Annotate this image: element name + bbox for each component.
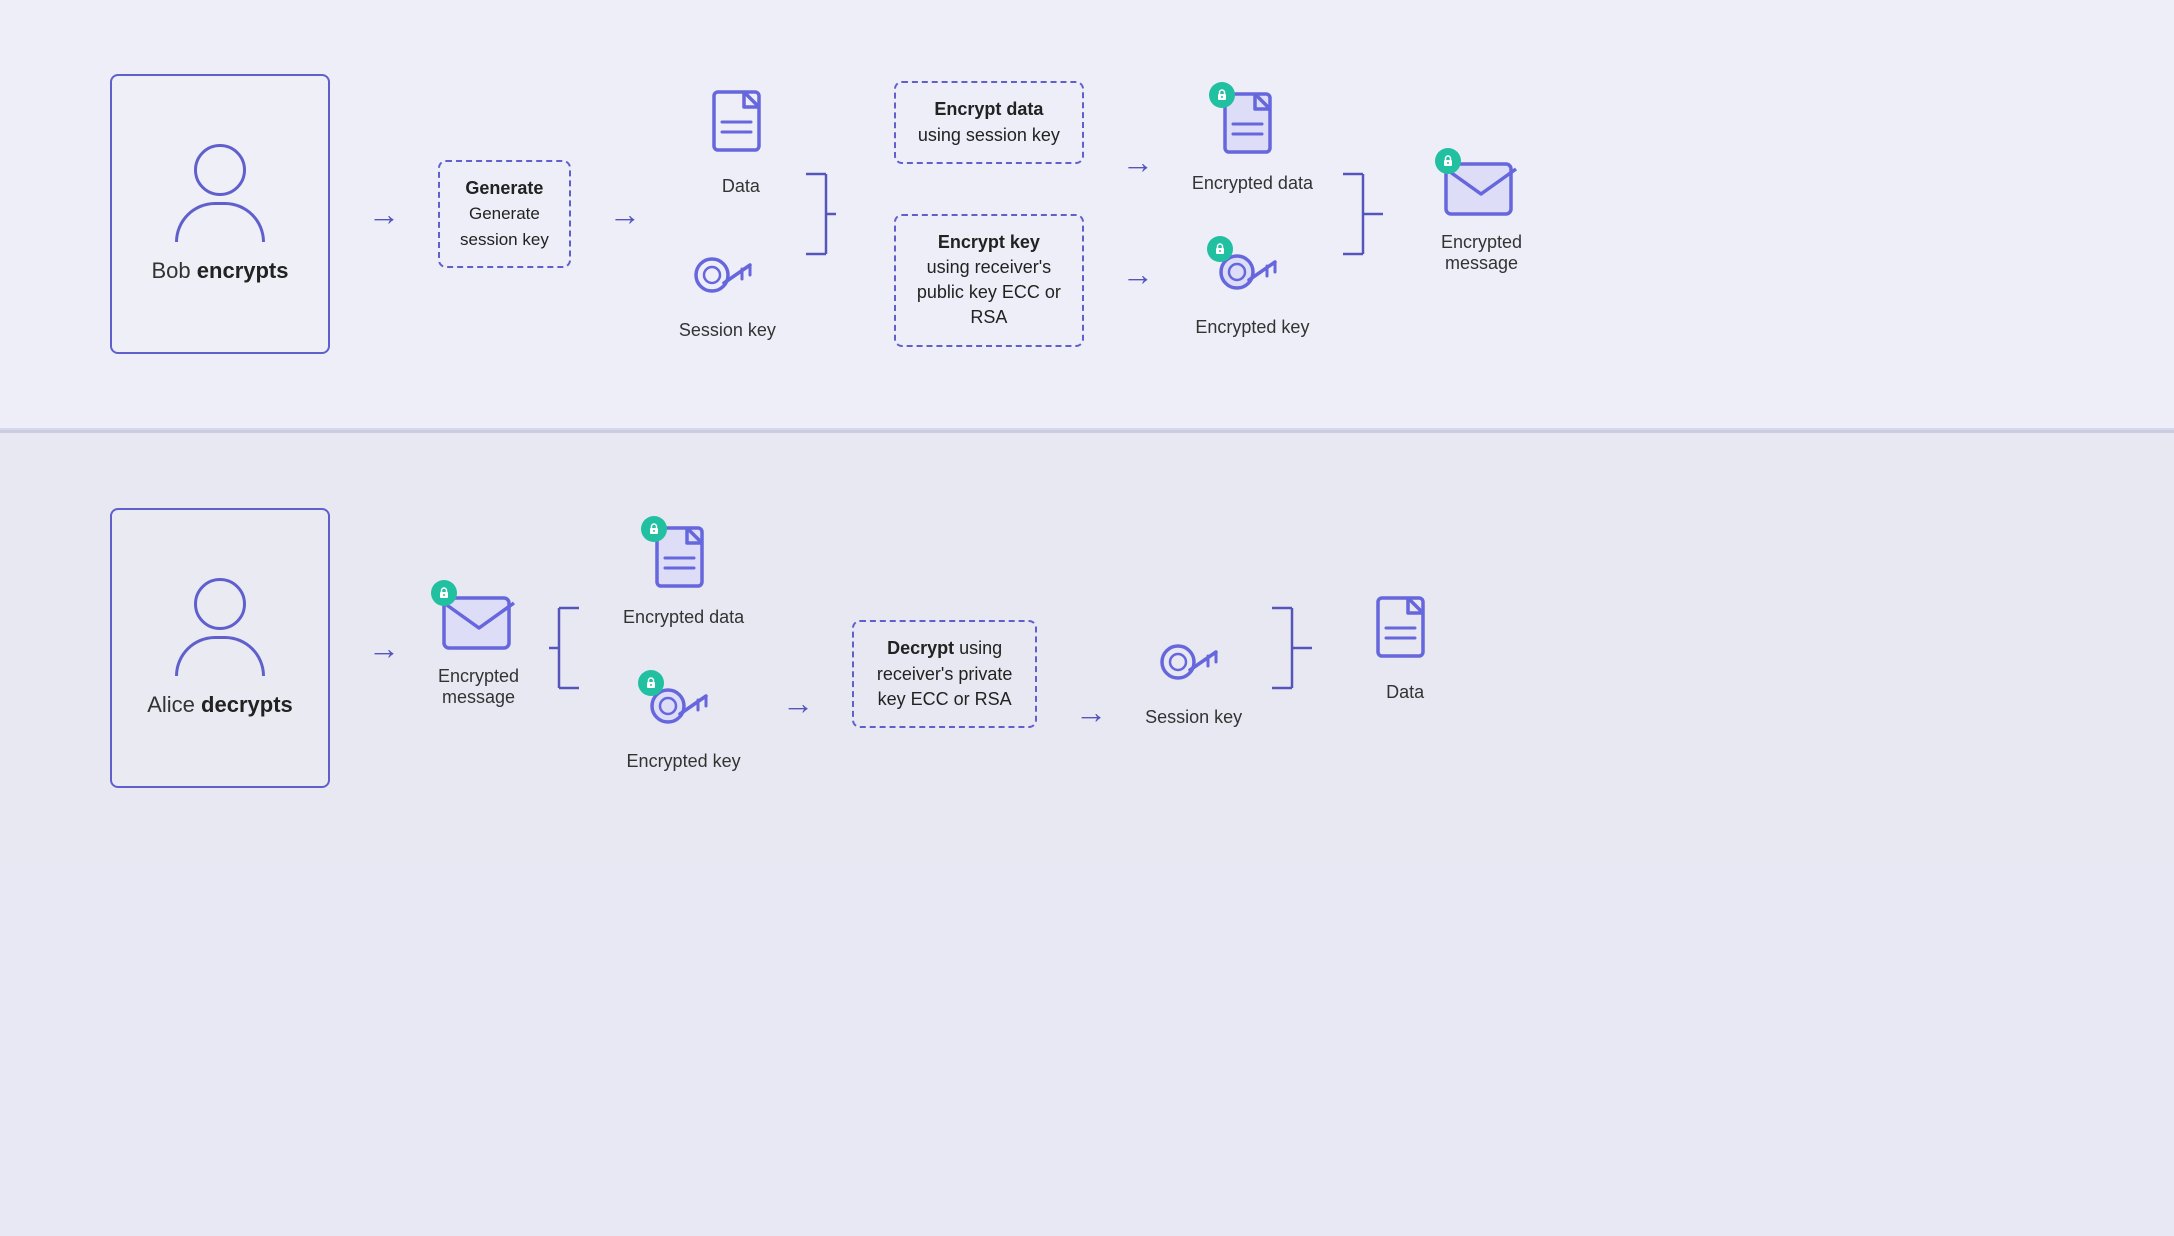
bottom-encrypted-data-icon-wrap [649,524,719,599]
session-key-output-icon [1156,634,1231,699]
bottom-lock-badge-data [641,516,667,542]
actor-head [194,144,246,196]
final-data-icon [1370,594,1440,674]
bottom-lock-badge-key [638,670,664,696]
bottom-encrypted-data-step: Encrypted data [623,524,744,628]
arrow-to-decrypt-box: → [782,687,814,719]
encrypted-key-label: Encrypted key [1195,317,1309,338]
arrow-after-encrypt-data: → [1122,146,1154,178]
bottom-bracket-left [549,568,579,728]
bottom-arrow-1: → [368,632,400,664]
encrypt-key-box: Encrypt key using receiver's public key … [894,214,1084,347]
bob-actor-box: Bob encrypts [110,74,330,354]
encrypted-message-icon-wrap [1441,154,1521,224]
bottom-encrypted-message-icon-wrap [439,588,519,658]
actor-body [175,202,265,242]
bob-label: Bob encrypts [152,258,289,284]
session-key-step: Session key [679,247,776,341]
alice-actor-body [175,636,265,676]
bottom-split-items: Encrypted data Encrypted key [623,524,744,772]
session-key-icon [690,247,765,312]
bottom-encrypted-key-icon-wrap [646,678,721,743]
alice-icon [175,578,265,676]
data-icon [706,88,776,168]
bottom-encrypted-data-label: Encrypted data [623,607,744,628]
arrow-after-encrypt-key: → [1122,258,1154,290]
encrypted-outputs: Encrypted data Encrypted key [1192,90,1313,338]
bob-icon [175,144,265,242]
encrypt-boxes: Encrypt data using session key Encrypt k… [894,81,1084,346]
decrypt-box-container: Decrypt using receiver's private key ECC… [852,568,1037,728]
session-key-output-step: Session key [1145,634,1242,728]
alice-label: Alice decrypts [147,692,293,718]
data-step: Data [706,88,776,197]
alice-actor-box: Alice decrypts [110,508,330,788]
encrypt-data-box: Encrypt data using session key [894,81,1084,163]
encrypted-data-icon-wrap [1217,90,1287,165]
arrow-1: → [368,198,400,230]
bottom-encrypted-key-label: Encrypted key [627,751,741,772]
lock-badge-key [1207,236,1233,262]
bottom-arrow-after-decrypt: → [1067,568,1115,728]
input-items: Data Session key [679,88,776,341]
bracket-right [806,134,836,294]
bottom-merge-connector [1272,568,1312,728]
bottom-encrypted-message-step: Encrypted message [438,588,519,708]
alice-actor-head [194,578,246,630]
arrow-after-decrypt: → [1075,696,1107,728]
session-key-output-container: Session key [1145,568,1242,728]
generate-session-key-step: GenerateGenerate session key [438,160,571,268]
bottom-encrypted-message-label: Encrypted message [438,666,519,708]
encrypted-data-step: Encrypted data [1192,90,1313,194]
session-key-output-label: Session key [1145,707,1242,728]
final-data-step: Data [1370,594,1440,703]
bottom-section: Alice decrypts → Encrypted message [0,433,2174,863]
top-section: Bob encrypts → GenerateGenerate session … [0,0,2174,430]
arrow-2: → [609,198,641,230]
encrypted-data-label: Encrypted data [1192,173,1313,194]
bottom-lock-badge-msg [431,580,457,606]
generate-session-key-box: GenerateGenerate session key [438,160,571,268]
decrypt-box: Decrypt using receiver's private key ECC… [852,620,1037,728]
bottom-key-arrow: → [774,687,822,719]
encrypted-message-label: Encrypted message [1441,232,1522,274]
final-data-label: Data [1386,682,1424,703]
data-label: Data [722,176,760,197]
encrypted-message-step: Encrypted message [1441,154,1522,274]
arrows-after-encrypt: → → [1114,138,1162,290]
encrypted-key-icon-wrap [1215,244,1290,309]
merge-connector [1343,134,1383,294]
encrypted-key-step: Encrypted key [1192,244,1313,338]
bottom-encrypted-key-step: Encrypted key [623,678,744,772]
session-key-label: Session key [679,320,776,341]
